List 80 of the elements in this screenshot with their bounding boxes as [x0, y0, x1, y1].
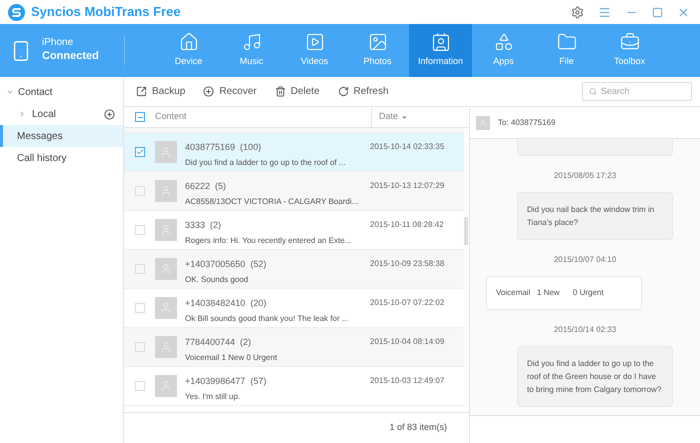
message-time: 2015/08/05 17:23 — [554, 170, 616, 182]
message-date: 2015-10-09 23:58:38 — [370, 258, 444, 270]
contact-number: 66222 (5) — [185, 180, 228, 193]
settings-icon[interactable] — [571, 6, 584, 18]
toolbar-button[interactable]: Refresh — [338, 84, 389, 99]
message-date: 2015-10-03 12:49:07 — [370, 375, 444, 387]
window-title: Syncios MobiTrans Free — [31, 3, 181, 22]
avatar-placeholder — [155, 258, 177, 280]
sidebar-item[interactable]: Contact — [0, 81, 123, 103]
contact-number: 7784400744 (2) — [185, 336, 252, 349]
contact-number: 4038775169 (100) — [185, 141, 262, 154]
sort-caret-icon — [401, 114, 408, 120]
sidebar-item[interactable]: Local — [0, 103, 104, 125]
toolbar-button[interactable]: Recover — [203, 84, 257, 99]
avatar-placeholder — [155, 219, 177, 241]
message-preview: Ok Bill sounds good thank you! The leak for ... — [185, 312, 350, 324]
maximize-icon[interactable] — [652, 6, 663, 18]
device-name: iPhone — [42, 37, 74, 50]
add-icon[interactable] — [104, 108, 115, 120]
message-date: 2015-10-04 08:14:09 — [370, 336, 444, 348]
expand-caret-icon — [18, 110, 26, 118]
message-row[interactable]: +14037005650 (52) OK. Sounds good 2015-10-09 23:58:38 — [124, 250, 464, 289]
toolbar-icon — [136, 86, 147, 97]
message-time: 2015/10/07 04:10 — [554, 254, 616, 266]
close-icon[interactable] — [677, 6, 690, 18]
message-preview: Did you find a ladder to go up to the roof of ... — [185, 156, 347, 168]
toolbar-icon — [338, 86, 349, 97]
avatar-placeholder — [155, 336, 177, 358]
app-logo-icon — [8, 4, 25, 20]
received-message-bubble: Voicemail 1 New 0 Urgent — [486, 276, 642, 310]
sidebar-item[interactable]: Call history — [0, 147, 123, 169]
avatar-placeholder — [155, 297, 177, 319]
column-header[interactable]: Date — [379, 110, 408, 124]
contact-number: 3333 (2) — [185, 219, 222, 232]
message-preview: AC8558/13OCT VICTORIA - CALGARY Boardi... — [185, 196, 360, 208]
sent-message-bubble: Did you nail back the window trim in Tiana's place? — [517, 192, 673, 240]
message-preview: Rogers info: Hi. You recently entered an Exte... — [185, 234, 352, 246]
tab-icon — [242, 32, 262, 52]
toolbar-icon — [203, 86, 214, 97]
tab-icon — [430, 32, 450, 52]
message-date: 2015-10-07 07:22:02 — [370, 297, 444, 309]
toolbar-button[interactable]: Delete — [274, 84, 320, 99]
contact-number: +14039986477 (57) — [185, 375, 268, 388]
contact-number: +14038482410 (20) — [185, 297, 268, 310]
message-row[interactable]: 4038775169 (100) Did you find a ladder to go up to the roof of ... 2015-10-14 02:33:35 — [124, 133, 464, 172]
reply-area[interactable] — [470, 415, 700, 443]
toolbar-icon — [274, 86, 286, 97]
message-preview: OK. Sounds good — [185, 274, 250, 286]
avatar-placeholder — [476, 116, 490, 130]
menu-icon[interactable] — [598, 6, 611, 18]
message-preview: Voicemail 1 New 0 Urgent — [185, 352, 278, 364]
contact-number: +14037005650 (52) — [185, 258, 268, 271]
search-icon — [589, 87, 597, 96]
message-row[interactable]: 7784400744 (2) Voicemail 1 New 0 Urgent 2015-10-04 08:14:09 — [124, 328, 464, 367]
sidebar-item[interactable]: Messages — [0, 125, 123, 147]
message-row[interactable]: 66222 (5) AC8558/13OCT VICTORIA - CALGARY Boardi... 2015-10-13 12:07:29 — [124, 172, 464, 211]
select-all-checkbox[interactable] — [135, 112, 145, 122]
message-time: 2015/10/14 02:33 — [554, 324, 616, 336]
avatar-placeholder — [155, 141, 177, 163]
recipient-label: To: 4038775169 — [498, 116, 556, 128]
avatar-placeholder — [155, 375, 177, 397]
expand-caret-icon — [6, 88, 14, 96]
row-checkbox[interactable] — [135, 147, 145, 157]
item-count: 1 of 83 item(s) — [389, 421, 447, 434]
tab-icon — [368, 32, 388, 52]
avatar-placeholder — [155, 180, 177, 202]
tab-icon — [178, 32, 198, 52]
toolbar-button[interactable]: Backup — [136, 84, 186, 99]
sent-message-bubble: Did you find a ladder to go up to the roof of the Green house or do I have to bring mine from Calgary tomorrow? — [517, 346, 673, 407]
nav-tab[interactable]: Information — [409, 24, 472, 77]
search-input[interactable]: Search — [600, 84, 685, 98]
message-date: 2015-10-13 12:07:29 — [370, 180, 444, 192]
message-preview: Yes. I'm still up. — [185, 390, 242, 402]
tab-icon — [304, 32, 324, 52]
tab-icon — [494, 32, 514, 52]
message-date: 2015-10-11 08:28:42 — [370, 219, 444, 231]
column-header[interactable]: Content — [155, 110, 371, 124]
message-date: 2015-10-14 02:33:35 — [370, 141, 444, 153]
device-status: Connected — [42, 50, 99, 64]
search-field[interactable]: Search — [582, 82, 692, 101]
